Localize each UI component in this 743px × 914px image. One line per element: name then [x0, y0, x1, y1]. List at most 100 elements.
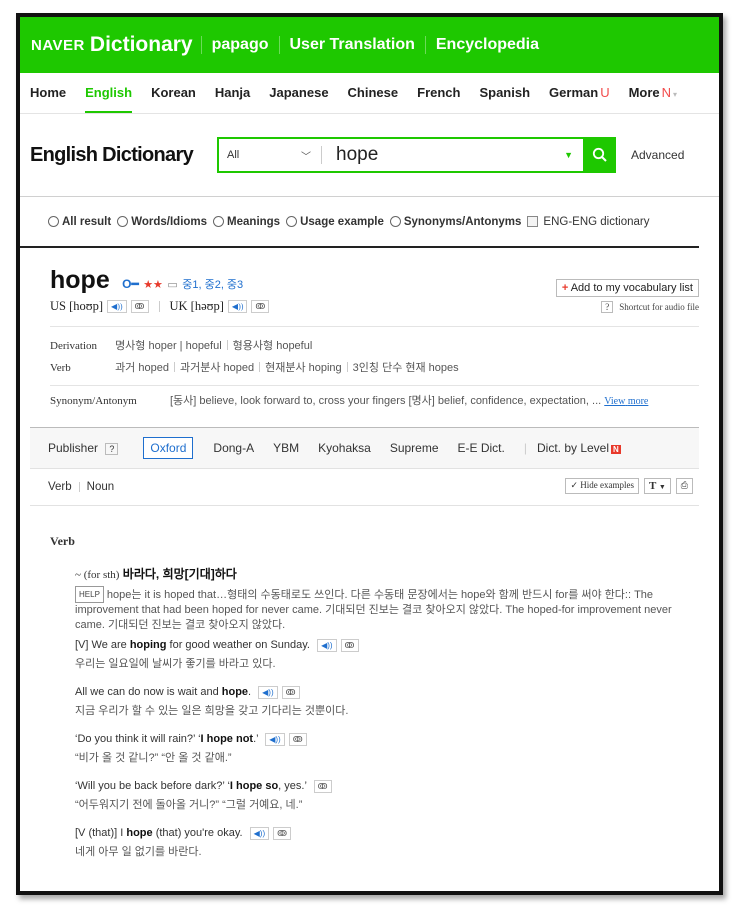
- publisher-label-text: Publisher: [48, 441, 99, 455]
- user-translation-link[interactable]: User Translation: [278, 36, 425, 54]
- text-size-button[interactable]: T ▼: [643, 478, 671, 494]
- publisher-kyohaksa[interactable]: Kyohaksa: [318, 441, 371, 455]
- example: ‘Will you be back before dark?’ ‘I hope …: [75, 780, 699, 812]
- language-nav: Home English Korean Hanja Japanese Chine…: [20, 73, 719, 114]
- synonym-list: [동사] believe, look forward to, cross you…: [170, 395, 602, 407]
- nav-chinese[interactable]: Chinese: [348, 73, 399, 113]
- publisher-by-level-label: Dict. by Level: [536, 441, 610, 455]
- tab-verb[interactable]: Verb: [48, 481, 72, 493]
- nav-spanish[interactable]: Spanish: [479, 73, 530, 113]
- hide-examples-button[interactable]: ✓ Hide examples: [565, 478, 639, 494]
- example: ‘Do you think it will rain?’ ‘I hope not…: [75, 733, 699, 765]
- nav-more[interactable]: More N ▾: [629, 73, 677, 113]
- naver-logo[interactable]: NAVER: [31, 37, 85, 54]
- divider: |: [523, 441, 527, 455]
- derivation-noun: 명사형 hoper | hopeful: [115, 340, 222, 352]
- add-vocab-button[interactable]: + Add to my vocabulary list: [555, 279, 699, 297]
- example-text: All we can do now is wait and: [75, 686, 222, 698]
- derivation-label: Derivation: [50, 340, 98, 352]
- example-text: , yes.’: [278, 780, 307, 792]
- view-more-link[interactable]: View more: [604, 396, 648, 407]
- speaker-icon[interactable]: ◀)): [249, 827, 270, 840]
- school-level[interactable]: 중1, 중2, 중3: [182, 279, 243, 291]
- entry-header: hope O━ ★★ ▭ 중1, 중2, 중3 + Add to my voca…: [20, 248, 719, 314]
- speaker-icon[interactable]: ◀)): [227, 300, 248, 313]
- definition-section: Verb ~ (for sth) 바라다, 희망[기대]하다 HELP hope는…: [20, 506, 719, 859]
- checkbox-icon: [527, 215, 539, 227]
- publisher-ee-dict[interactable]: E-E Dict.: [458, 441, 505, 455]
- audio-shortcut-help[interactable]: ? Shortcut for audio file: [601, 300, 699, 313]
- nav-japanese[interactable]: Japanese: [269, 73, 328, 113]
- help-icon: ?: [601, 300, 614, 313]
- synonym-label: Synonym/Antonym: [50, 395, 137, 407]
- help-icon[interactable]: ?: [105, 443, 119, 455]
- example-text: ‘Do you think it will rain?’ ‘: [75, 733, 201, 745]
- filter-synonyms-antonyms[interactable]: Synonyms/Antonyms: [389, 215, 521, 228]
- nav-english[interactable]: English: [85, 73, 133, 113]
- nav-french[interactable]: French: [417, 73, 460, 113]
- nav-german[interactable]: German U: [549, 73, 610, 113]
- example-en: ‘Do you think it will rain?’ ‘I hope not…: [75, 733, 699, 746]
- help-text: hope는 it is hoped that…형태의 수동태로도 쓰인다. 다른…: [75, 589, 672, 631]
- repeat-icon[interactable]: ↂ: [130, 300, 149, 313]
- filter-usage-example[interactable]: Usage example: [286, 215, 384, 228]
- help-note: HELP hope는 it is hoped that…형태의 수동태로도 쓰인다…: [75, 586, 699, 633]
- speaker-icon[interactable]: ◀)): [107, 300, 127, 313]
- repeat-icon[interactable]: ↂ: [281, 686, 300, 699]
- papago-link[interactable]: papago: [200, 36, 279, 54]
- repeat-icon[interactable]: ↂ: [273, 827, 292, 840]
- filter-words-idioms[interactable]: Words/Idioms: [117, 215, 207, 228]
- shortcut-label: Shortcut for audio file: [619, 301, 699, 312]
- publisher-oxford[interactable]: Oxford: [143, 437, 194, 459]
- publisher-supreme[interactable]: Supreme: [390, 441, 439, 455]
- repeat-icon[interactable]: ↂ: [251, 300, 270, 313]
- search-icon: [592, 147, 607, 162]
- speaker-icon[interactable]: ◀)): [265, 733, 285, 746]
- dictionary-home-link[interactable]: Dictionary: [90, 33, 193, 57]
- autocomplete-toggle-icon[interactable]: ▼: [564, 150, 573, 160]
- word-forms: Derivation 명사형 hoper | hopeful 형용사형 hopef…: [20, 327, 719, 379]
- filter-all-result[interactable]: All result: [48, 215, 111, 228]
- example-text: ‘Will you be back before dark?’ ‘: [75, 780, 230, 792]
- nav-hanja[interactable]: Hanja: [215, 73, 250, 113]
- speaker-icon[interactable]: ◀)): [258, 686, 278, 699]
- search-box: All ﹀ hope ▼: [217, 137, 616, 173]
- print-icon[interactable]: ⎙: [675, 478, 693, 494]
- eng-eng-checkbox[interactable]: ENG-ENG dictionary: [527, 215, 650, 228]
- publisher-label: Publisher ?: [48, 441, 124, 455]
- top-header: NAVER Dictionary papago User Translation…: [20, 17, 719, 73]
- speaker-icon[interactable]: ◀)): [317, 639, 337, 652]
- sense-1: ~ (for sth) 바라다, 희망[기대]하다 HELP hope는 it i…: [50, 565, 699, 859]
- divider: [259, 362, 261, 372]
- nav-more-label: More: [628, 85, 660, 100]
- nav-korean[interactable]: Korean: [151, 73, 196, 113]
- example-keyword: I hope not: [200, 733, 254, 745]
- uk-pronunciation: UK [həʊp]: [169, 299, 224, 313]
- plus-icon: +: [561, 282, 569, 294]
- derivation-adj: 형용사형 hopeful: [232, 340, 313, 352]
- publisher-donga[interactable]: Dong-A: [213, 441, 254, 455]
- importance-stars: ★★: [143, 279, 163, 291]
- repeat-icon[interactable]: ↂ: [340, 639, 359, 652]
- advanced-search-link[interactable]: Advanced: [631, 148, 684, 162]
- search-button[interactable]: [583, 137, 616, 173]
- nav-home[interactable]: Home: [30, 73, 66, 113]
- key-icon: O━: [122, 277, 139, 291]
- filter-meanings[interactable]: Meanings: [213, 215, 280, 228]
- search-input[interactable]: hope: [322, 144, 564, 166]
- repeat-icon[interactable]: ↂ: [288, 733, 307, 746]
- nav-german-label: German: [549, 85, 599, 100]
- tab-noun[interactable]: Noun: [87, 481, 115, 493]
- publisher-by-level[interactable]: Dict. by Level N: [537, 441, 621, 455]
- publisher-bar: Publisher ? Oxford Dong-A YBM Kyohaksa S…: [30, 427, 699, 469]
- encyclopedia-link[interactable]: Encyclopedia: [424, 36, 549, 54]
- scope-select-value: All: [227, 149, 240, 161]
- divider: [173, 362, 175, 372]
- scope-select[interactable]: All ﹀: [219, 146, 322, 164]
- repeat-icon[interactable]: ↂ: [313, 780, 332, 793]
- pos-heading: Verb: [50, 534, 75, 548]
- example-keyword: hope: [126, 827, 153, 839]
- verb-form: 3인칭 단수 현재 hopes: [352, 362, 459, 374]
- verb-form: 현재분사 hoping: [265, 362, 342, 374]
- publisher-ybm[interactable]: YBM: [273, 441, 299, 455]
